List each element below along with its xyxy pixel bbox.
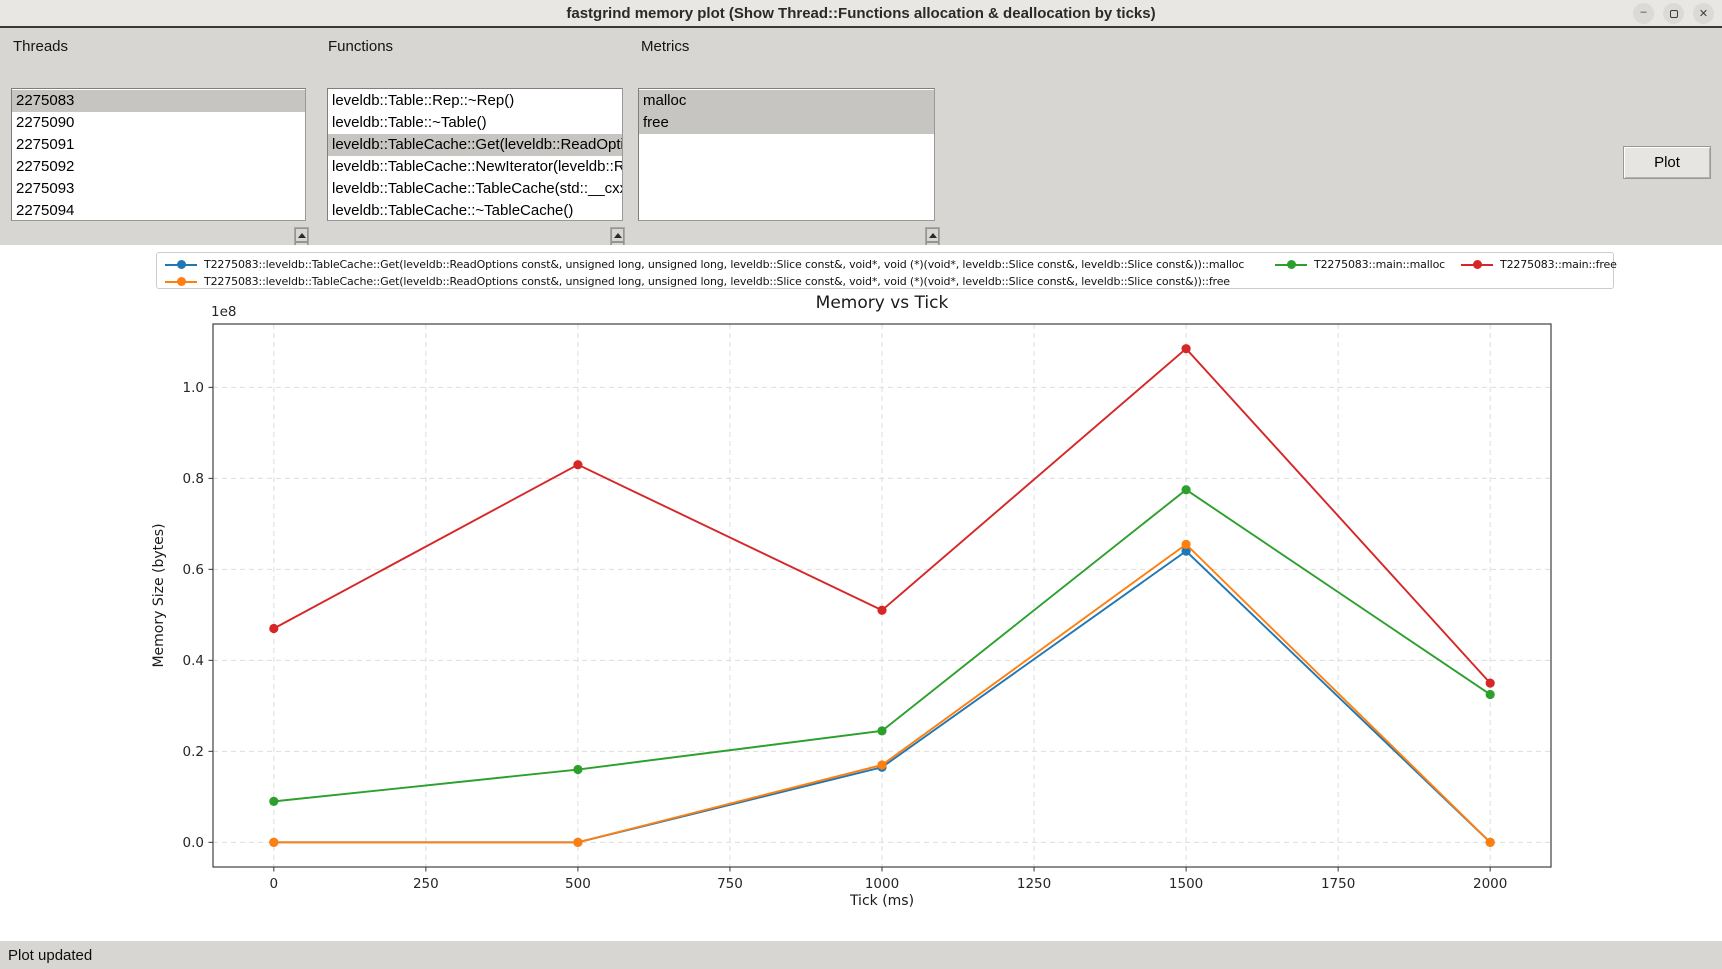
svg-text:0.8: 0.8 xyxy=(183,471,204,487)
list-item[interactable]: leveldb::TableCache::Get(leveldb::ReadOp… xyxy=(328,134,622,156)
threads-listbox[interactable]: 2275083227509022750912275092227509322750… xyxy=(11,88,306,221)
legend-entry: T2275083::leveldb::TableCache::Get(level… xyxy=(165,274,1230,289)
list-item[interactable]: leveldb::TableCache::TableCache(std::__c… xyxy=(328,178,622,200)
maximize-icon xyxy=(1670,10,1678,18)
list-item[interactable]: 2275091 xyxy=(12,134,305,156)
memory-chart: 0 250 500 750 1000 1250 1500 1750 2000 0.0 0.2 0.4 0… xyxy=(150,288,1562,938)
svg-text:0.2: 0.2 xyxy=(183,744,204,760)
list-item[interactable]: 2275093 xyxy=(12,178,305,200)
list-item[interactable]: 2275092 xyxy=(12,156,305,178)
legend-entry: T2275083::main::malloc xyxy=(1275,257,1445,272)
legend-label: T2275083::main::free xyxy=(1500,258,1617,271)
legend-marker-icon xyxy=(165,277,197,287)
svg-text:0.0: 0.0 xyxy=(183,835,204,851)
scroll-up-icon xyxy=(298,233,306,238)
plot-button[interactable]: Plot xyxy=(1623,146,1711,179)
legend-marker-icon xyxy=(1461,260,1493,270)
svg-text:2000: 2000 xyxy=(1473,876,1507,892)
svg-text:Memory vs Tick: Memory vs Tick xyxy=(816,293,949,313)
svg-text:1750: 1750 xyxy=(1321,876,1355,892)
window-title: fastgrind memory plot (Show Thread::Func… xyxy=(566,5,1155,22)
functions-listbox[interactable]: leveldb::Table::Rep::~Rep()leveldb::Tabl… xyxy=(327,88,623,221)
window-controls: – ✕ xyxy=(1633,3,1714,24)
svg-text:1250: 1250 xyxy=(1017,876,1051,892)
list-item[interactable]: leveldb::Table::~Table() xyxy=(328,112,622,134)
scroll-up-button[interactable] xyxy=(295,228,308,242)
list-item[interactable]: leveldb::Table::Rep::~Rep() xyxy=(328,90,622,112)
svg-text:1500: 1500 xyxy=(1169,876,1203,892)
metrics-listbox[interactable]: mallocfree xyxy=(638,88,935,221)
maximize-button[interactable] xyxy=(1663,3,1684,24)
legend-entry: T2275083::main::free xyxy=(1461,257,1617,272)
app-window: fastgrind memory plot (Show Thread::Func… xyxy=(0,0,1722,969)
svg-text:Memory Size (bytes): Memory Size (bytes) xyxy=(151,523,167,667)
scroll-up-button[interactable] xyxy=(611,228,624,242)
metrics-label: Metrics xyxy=(641,38,689,55)
chart-canvas: T2275083::leveldb::TableCache::Get(level… xyxy=(0,245,1722,941)
list-item[interactable]: leveldb::TableCache::~TableCache() xyxy=(328,200,622,221)
scroll-up-button[interactable] xyxy=(926,228,939,242)
svg-text:250: 250 xyxy=(413,876,439,892)
legend-label: T2275083::leveldb::TableCache::Get(level… xyxy=(204,275,1230,288)
svg-text:1e8: 1e8 xyxy=(211,304,236,320)
controls-panel: Threads 22750832275090227509122750922275… xyxy=(0,28,1722,245)
close-button[interactable]: ✕ xyxy=(1693,3,1714,24)
svg-text:0: 0 xyxy=(270,876,279,892)
chart-legend: T2275083::leveldb::TableCache::Get(level… xyxy=(156,252,1614,289)
titlebar: fastgrind memory plot (Show Thread::Func… xyxy=(0,0,1722,28)
svg-text:Tick (ms): Tick (ms) xyxy=(849,893,914,909)
legend-label: T2275083::leveldb::TableCache::Get(level… xyxy=(204,258,1244,271)
list-item[interactable]: free xyxy=(639,112,934,134)
list-item[interactable]: leveldb::TableCache::NewIterator(leveldb… xyxy=(328,156,622,178)
minimize-icon: – xyxy=(1640,6,1646,18)
list-item[interactable]: 2275090 xyxy=(12,112,305,134)
threads-label: Threads xyxy=(13,38,68,55)
list-item[interactable]: 2275094 xyxy=(12,200,305,221)
svg-text:0.6: 0.6 xyxy=(183,562,204,578)
close-icon: ✕ xyxy=(1699,7,1708,20)
legend-label: T2275083::main::malloc xyxy=(1314,258,1445,271)
legend-marker-icon xyxy=(1275,260,1307,270)
list-item[interactable]: 2275083 xyxy=(12,90,305,112)
svg-text:1000: 1000 xyxy=(865,876,899,892)
svg-text:500: 500 xyxy=(565,876,591,892)
functions-label: Functions xyxy=(328,38,393,55)
svg-text:1.0: 1.0 xyxy=(183,380,204,396)
legend-entry: T2275083::leveldb::TableCache::Get(level… xyxy=(165,257,1244,272)
legend-marker-icon xyxy=(165,260,197,270)
scroll-up-icon xyxy=(929,233,937,238)
svg-text:0.4: 0.4 xyxy=(183,653,204,669)
list-item[interactable]: malloc xyxy=(639,90,934,112)
minimize-button[interactable]: – xyxy=(1633,3,1654,24)
status-text: Plot updated xyxy=(8,947,92,964)
status-bar: Plot updated xyxy=(0,941,1722,969)
scroll-up-icon xyxy=(614,233,622,238)
svg-text:750: 750 xyxy=(717,876,743,892)
